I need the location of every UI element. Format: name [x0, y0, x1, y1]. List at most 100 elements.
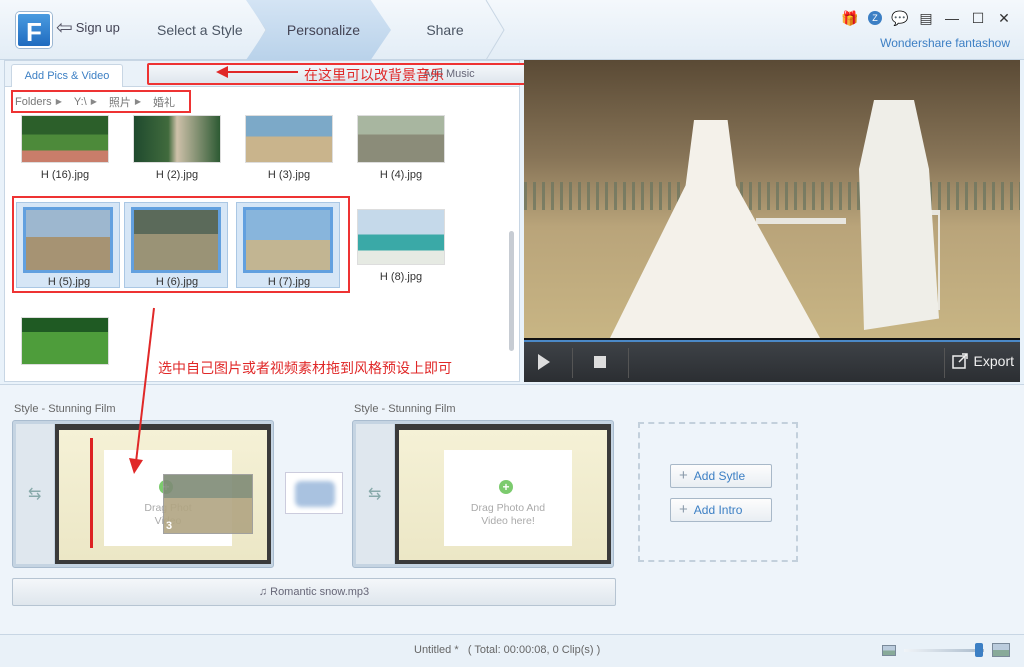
add-style-label: Add Sytle — [693, 469, 746, 483]
step-divider-icon — [485, 0, 505, 60]
back-arrow-icon: ⇦ — [56, 16, 73, 39]
project-status: Untitled * ( Total: 00:00:08, 0 Clip(s) … — [414, 644, 600, 656]
zoom-in-icon[interactable] — [992, 643, 1010, 657]
dragged-photos: 3 — [163, 474, 253, 534]
zoom-slider-handle[interactable] — [975, 642, 983, 657]
preview-bride — [610, 120, 820, 338]
zoom-control — [882, 642, 1010, 657]
project-name: Untitled * — [414, 644, 459, 656]
thumbnail-caption: H (16).jpg — [40, 169, 90, 181]
thumbnail[interactable]: H (8).jpg — [355, 209, 447, 283]
transition-thumbnail[interactable] — [285, 472, 343, 514]
selection-highlight — [12, 196, 350, 293]
add-intro-button[interactable]: + Add Intro — [670, 498, 772, 522]
maximize-icon[interactable]: ☐ — [970, 10, 986, 26]
drag-count: 3 — [166, 520, 173, 532]
thumbnail[interactable]: H (16).jpg — [19, 115, 111, 181]
stop-icon[interactable] — [594, 356, 606, 368]
breadcrumb-wedding[interactable]: 婚礼 — [153, 94, 175, 110]
drop-text: Drag Photo And — [470, 502, 546, 514]
chevron-right-icon: ▶ — [55, 97, 62, 106]
thumbnail-image — [133, 115, 221, 163]
minimize-icon[interactable]: — — [944, 10, 960, 26]
thumbnail[interactable]: H (4).jpg — [355, 115, 447, 181]
breadcrumb-drive[interactable]: Y:\ — [74, 96, 87, 108]
top-bar: F ⇦ Sign up Select a Style Personalize S… — [0, 0, 1024, 60]
chevron-right-icon: ▶ — [134, 97, 141, 106]
annotation-drag: 选中自己图片或者视频素材拖到风格预设上即可 — [158, 360, 452, 376]
playback-controls: Export — [524, 340, 1020, 382]
brand-name: Wondershare fantashow — [880, 36, 1010, 50]
step-navigation: Select a Style Personalize Share — [146, 0, 506, 60]
close-icon[interactable]: ✕ — [996, 10, 1012, 26]
thumbnail-image — [21, 115, 109, 163]
breadcrumb: Folders ▶ Y:\ ▶ 照片 ▶ 婚礼 — [11, 90, 191, 113]
breadcrumb-folders[interactable]: Folders — [15, 96, 52, 108]
add-intro-label: Add Intro — [693, 503, 743, 517]
sign-up-button[interactable]: ⇦ Sign up — [56, 16, 120, 39]
step-select-style[interactable]: Select a Style — [146, 0, 258, 60]
chat-icon[interactable]: 💬 — [891, 10, 908, 26]
thumbnail[interactable]: H (2).jpg — [131, 115, 223, 181]
drop-text: Video here! — [481, 515, 535, 527]
status-bar: Untitled * ( Total: 00:00:08, 0 Clip(s) … — [0, 634, 1024, 667]
swap-icon: ⇆ — [368, 486, 382, 503]
music-note-icon: ♫ — [258, 586, 268, 598]
add-icon: + — [499, 480, 513, 494]
thumbnail[interactable] — [19, 317, 111, 365]
export-label: Export — [973, 353, 1014, 369]
thumbnail-image — [21, 317, 109, 365]
transition-preview — [295, 481, 335, 507]
control-divider — [572, 348, 573, 378]
menu-icon[interactable]: ▤ — [918, 10, 934, 26]
control-divider — [944, 348, 945, 378]
thumbnail-caption: H (8).jpg — [379, 271, 423, 283]
film-frame: + Drag Photo And Video here! — [395, 424, 611, 564]
thumbnail-image — [357, 209, 445, 265]
step-personalize[interactable]: Personalize — [246, 0, 391, 60]
insert-marker — [90, 438, 93, 548]
gift-icon[interactable]: 🎁 — [841, 10, 858, 26]
annotation-arrow-icon — [129, 307, 155, 474]
app-logo: F — [16, 12, 52, 48]
zoom-out-icon[interactable] — [882, 644, 896, 656]
swap-icon: ⇆ — [28, 486, 42, 503]
thumbnail-caption: H (4).jpg — [379, 169, 423, 181]
thumbnail[interactable]: H (3).jpg — [243, 115, 335, 181]
tab-add-pics-video[interactable]: Add Pics & Video — [11, 64, 123, 87]
annotation-arrow-icon — [216, 66, 298, 78]
add-slot-area: + Add Sytle + Add Intro — [638, 422, 798, 562]
plus-icon: + — [679, 467, 688, 484]
annotation-music: 在这里可以改背景音乐 — [304, 67, 444, 83]
music-track-name: Romantic snow.mp3 — [270, 586, 370, 598]
play-icon[interactable] — [538, 354, 550, 370]
preview-video — [524, 60, 1020, 338]
drop-zone[interactable]: + Drag Photo And Video here! — [444, 450, 572, 546]
preview-panel: Export — [524, 60, 1020, 382]
chevron-right-icon: ▶ — [90, 97, 97, 106]
style-slot[interactable]: ⇆ + Drag Photo And Video here! — [352, 420, 614, 568]
thumbnail-image — [245, 115, 333, 163]
scrollbar[interactable] — [509, 231, 514, 351]
slot-handle[interactable]: ⇆ — [356, 424, 394, 564]
slot-style-label: Style - Stunning Film — [354, 403, 456, 415]
music-track-bar[interactable]: ♫ Romantic snow.mp3 — [12, 578, 616, 606]
account-icon[interactable]: Z — [868, 11, 882, 25]
media-panel: Add Pics & Video Add Music Folders ▶ Y:\ ▶… — [4, 60, 751, 382]
thumbnail-image — [357, 115, 445, 163]
add-style-button[interactable]: + Add Sytle — [670, 464, 772, 488]
thumbnail-caption: H (2).jpg — [155, 169, 199, 181]
preview-table — [756, 218, 846, 224]
breadcrumb-photos[interactable]: 照片 — [109, 94, 131, 110]
plus-icon: + — [679, 501, 688, 518]
preview-groom — [859, 100, 939, 330]
zoom-slider[interactable] — [904, 642, 984, 657]
export-icon — [951, 353, 968, 369]
slot-style-label: Style - Stunning Film — [14, 403, 116, 415]
project-summary: ( Total: 00:00:08, 0 Clip(s) ) — [467, 644, 601, 656]
sign-up-label: Sign up — [75, 20, 120, 35]
slot-handle[interactable]: ⇆ — [16, 424, 54, 564]
preview-background-fence — [524, 182, 1020, 210]
window-controls: 🎁 Z 💬 ▤ — ☐ ✕ — [841, 10, 1012, 27]
export-button[interactable]: Export — [951, 352, 1014, 370]
